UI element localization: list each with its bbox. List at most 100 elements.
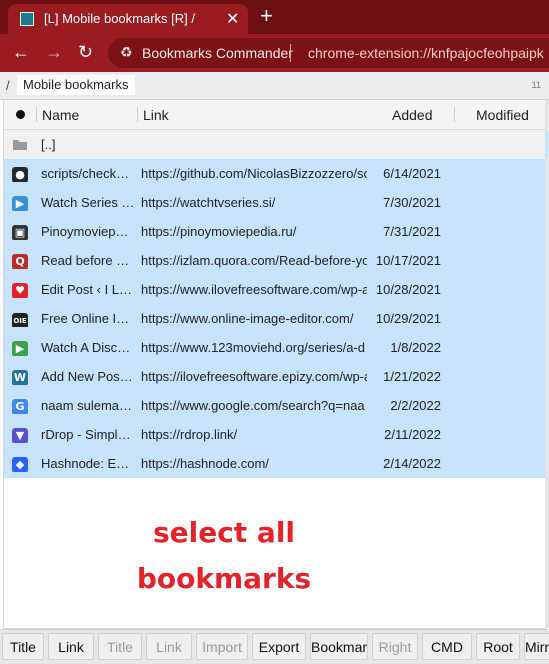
tab-title: [L] Mobile bookmarks [R] / (44, 11, 195, 26)
heart-icon: ♥ (12, 282, 28, 298)
address-separator (290, 44, 291, 62)
bookmark-added-date: 1/21/2022 (383, 369, 441, 384)
bookmark-row[interactable]: OIE Free Online I… https://www.online-imag… (4, 304, 545, 333)
url-text: chrome-extension://knfpajocfeohpaipk (308, 45, 544, 61)
bookmark-added-date: 2/14/2022 (383, 456, 441, 471)
new-tab-icon[interactable]: + (260, 4, 273, 28)
bookmark-name: Hashnode: Ev… (41, 456, 135, 471)
parent-folder-label: [..] (41, 137, 56, 152)
favicon-glyph: ♥ (12, 283, 28, 298)
favicon-glyph: ▼ (12, 428, 28, 443)
bookmark-count: 11 (531, 80, 541, 90)
bookmark-link: https://github.com/NicolasBizzozzero/sc (141, 166, 367, 181)
annotation-line-1: select all (152, 516, 296, 549)
path-bar: / Mobile bookmarks 11 (0, 72, 549, 100)
folder-icon (12, 137, 28, 153)
back-arrow-icon[interactable]: ← (12, 42, 30, 62)
annotation-text: select all bookmarks (104, 510, 344, 602)
bookmark-row[interactable]: Gnaam sulema… https://www.google.com/sear… (4, 391, 545, 420)
bookmark-link: https://rdrop.link/ (141, 427, 238, 442)
bookmark-rows: [..] ● scripts/check… https://github.com/N… (4, 130, 545, 478)
play-icon: ▶ (12, 195, 28, 211)
bottom-button-title-2[interactable]: Title (98, 633, 142, 660)
parent-folder-row[interactable]: [..] (4, 130, 545, 159)
bottom-button-link-3[interactable]: Link (146, 633, 192, 660)
bookmark-link: https://www.ilovefreesoftware.com/wp-a (141, 282, 367, 297)
bottom-button-mirror-10[interactable]: Mirror (524, 633, 549, 660)
extension-name: Bookmarks Commander (142, 45, 293, 61)
browser-toolbar: ← → ↻ ♻ Bookmarks Commander chrome-exten… (0, 34, 549, 72)
tv-icon: ▣ (12, 224, 28, 240)
browser-tab[interactable]: [L] Mobile bookmarks [R] / ✕ (8, 4, 248, 34)
address-bar[interactable]: ♻ Bookmarks Commander chrome-extension:/… (108, 38, 549, 68)
column-link[interactable]: Link (143, 107, 169, 123)
bottom-button-title-0[interactable]: Title (2, 633, 44, 660)
hashnode-icon: ◆ (12, 456, 28, 472)
bookmark-row[interactable]: ▣ Pinoymoviepe… https://pinoymoviepedia.ru… (4, 217, 545, 246)
puzzle-piece-icon: ♻ (120, 44, 133, 60)
current-folder-chip[interactable]: Mobile bookmarks (17, 75, 135, 95)
bookmark-row[interactable]: Q Read before y… https://izlam.quora.com/R… (4, 246, 545, 275)
favicon-glyph: ● (12, 167, 28, 182)
bookmark-added-date: 2/2/2022 (390, 398, 441, 413)
bookmark-name: Watch Series … (41, 195, 135, 210)
bookmark-row[interactable]: ▶ Watch Series … https://watchtvseries.si/… (4, 188, 545, 217)
column-modified[interactable]: Modified (476, 107, 529, 123)
bookmark-row[interactable]: ♥ Edit Post ‹ I L… https://www.ilovefreeso… (4, 275, 545, 304)
bottom-button-import-4[interactable]: Import (196, 633, 248, 660)
favicon-glyph: OIE (12, 313, 28, 327)
column-divider (36, 107, 37, 122)
bookmark-link: https://ilovefreesoftware.epizy.com/wp-a (141, 369, 367, 384)
bookmark-row[interactable]: W Add New Pos… https://ilovefreesoftware.e… (4, 362, 545, 391)
reload-icon[interactable]: ↻ (78, 42, 93, 62)
bookmark-name: Edit Post ‹ I L… (41, 282, 133, 297)
bookmark-name: scripts/check… (41, 166, 130, 181)
rdrop-icon: ▼ (12, 427, 28, 443)
column-header: Name Link Added Modified (4, 100, 545, 130)
bookmark-added-date: 10/17/2021 (375, 253, 441, 268)
bookmark-link: https://www.google.com/search?q=naa (141, 398, 365, 413)
bottom-button-right-7[interactable]: Right (372, 633, 418, 660)
extension-favicon-icon (20, 12, 34, 26)
forward-arrow-icon[interactable]: → (45, 42, 63, 62)
bottom-button-root-9[interactable]: Root (476, 633, 520, 660)
favicon-glyph: Q (12, 254, 28, 269)
bookmark-link: https://watchtvseries.si/ (141, 195, 276, 210)
favicon-glyph: ▶ (12, 196, 28, 211)
bottom-button-bar: Title Link Title Link Import Export Bookmark Ri… (0, 629, 549, 664)
bookmark-name: Watch A Disc… (41, 340, 131, 355)
favicon-glyph: G (12, 399, 28, 414)
bookmark-name: Pinoymoviepe… (41, 224, 135, 239)
column-added[interactable]: Added (392, 107, 432, 123)
right-panel-edge (545, 100, 549, 628)
quora-icon: Q (12, 253, 28, 269)
bottom-button-cmd-8[interactable]: CMD (422, 633, 472, 660)
oie-icon: OIE (12, 311, 28, 327)
bookmark-row[interactable]: ● scripts/check… https://github.com/Nicola… (4, 159, 545, 188)
bookmark-list-panel: Name Link Added Modified [..] ● scripts/c… (3, 100, 546, 629)
bottom-button-bookmark-6[interactable]: Bookmark (310, 633, 368, 660)
close-tab-icon[interactable]: ✕ (226, 9, 239, 29)
root-path[interactable]: / (6, 78, 10, 93)
bookmark-link: https://www.online-image-editor.com/ (141, 311, 354, 326)
bottom-button-link-1[interactable]: Link (48, 633, 94, 660)
play-circle-icon: ▶ (12, 340, 28, 356)
github-icon: ● (12, 166, 28, 182)
favicon-glyph: ▣ (12, 225, 28, 240)
bookmark-row[interactable]: ◆ Hashnode: Ev… https://hashnode.com/2/14/… (4, 449, 545, 478)
bookmark-link: https://hashnode.com/ (141, 456, 269, 471)
bookmark-name: naam sulema… (41, 398, 133, 413)
favicon-glyph: W (12, 370, 28, 385)
bottom-button-export-5[interactable]: Export (252, 633, 306, 660)
favicon-glyph: ◆ (12, 457, 28, 472)
column-name[interactable]: Name (42, 107, 79, 123)
bookmark-name: Free Online I… (41, 311, 130, 326)
right-panel-selection (545, 130, 549, 158)
bookmark-added-date: 2/11/2022 (384, 427, 441, 442)
bookmark-row[interactable]: ▼ rDrop - Simpl… https://rdrop.link/2/11/2… (4, 420, 545, 449)
select-all-dot-icon[interactable] (16, 110, 25, 119)
bookmark-row[interactable]: ▶ Watch A Disc… https://www.123moviehd.org… (4, 333, 545, 362)
column-divider (454, 107, 455, 122)
wordpress-icon: W (12, 369, 28, 385)
favicon-glyph: ▶ (12, 341, 28, 356)
